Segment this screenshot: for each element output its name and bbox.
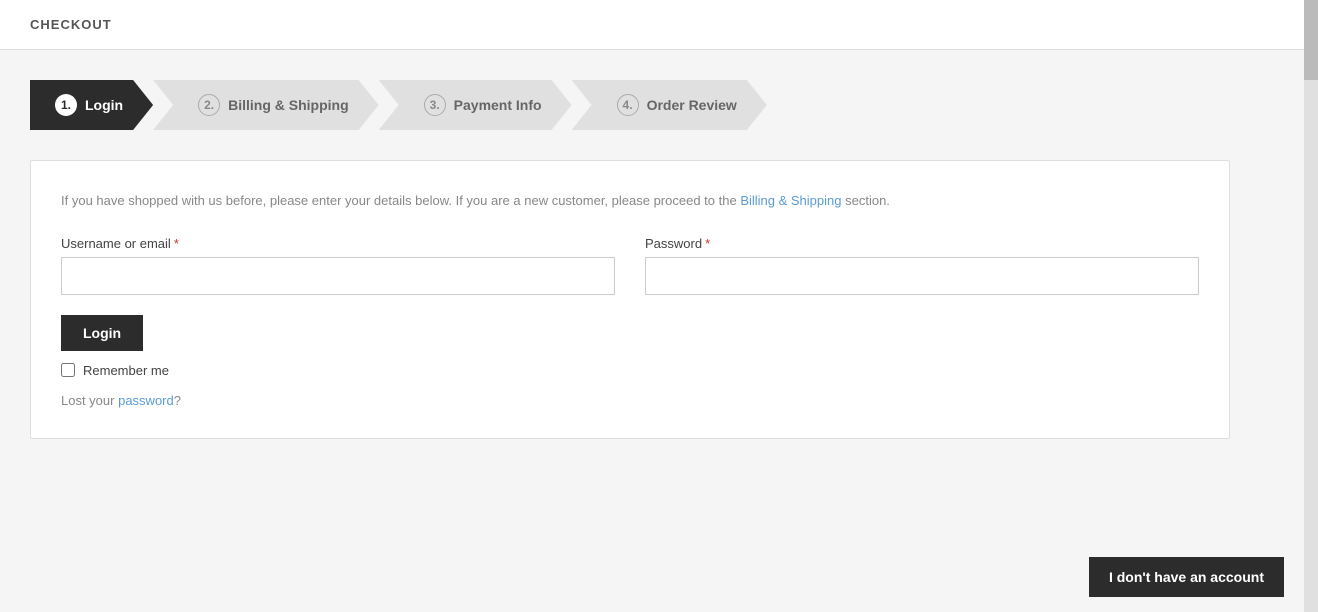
progress-steps: 1. Login 2. Billing & Shipping 3. Paymen… [30, 80, 1250, 130]
remember-me-label: Remember me [83, 363, 169, 378]
step-3-label: Payment Info [454, 97, 542, 113]
no-account-button[interactable]: I don't have an account [1089, 557, 1284, 597]
step-review[interactable]: 4. Order Review [572, 80, 767, 130]
password-group: Password* [645, 236, 1199, 295]
login-box: If you have shopped with us before, plea… [30, 160, 1230, 439]
step-billing[interactable]: 2. Billing & Shipping [153, 80, 379, 130]
info-text: If you have shopped with us before, plea… [61, 191, 1199, 211]
password-input[interactable] [645, 257, 1199, 295]
main-content: 1. Login 2. Billing & Shipping 3. Paymen… [0, 50, 1280, 469]
page-title: CHECKOUT [30, 17, 112, 32]
username-required: * [174, 236, 179, 251]
step-3-number: 3. [424, 94, 446, 116]
step-login[interactable]: 1. Login [30, 80, 153, 130]
step-1-label: Login [85, 97, 123, 113]
step-1-number: 1. [55, 94, 77, 116]
lost-password-text3: ? [174, 393, 181, 408]
bottom-bar: I don't have an account [1069, 542, 1304, 612]
username-group: Username or email* [61, 236, 615, 295]
info-text-part1: If you have shopped with us before, plea… [61, 193, 740, 208]
login-button[interactable]: Login [61, 315, 143, 351]
step-4-number: 4. [617, 94, 639, 116]
step-2-label: Billing & Shipping [228, 97, 349, 113]
step-4-label: Order Review [647, 97, 737, 113]
password-required: * [705, 236, 710, 251]
info-text-part2: section. [842, 193, 890, 208]
remember-me-row: Remember me [61, 363, 1199, 378]
step-2-number: 2. [198, 94, 220, 116]
header: CHECKOUT [0, 0, 1318, 50]
billing-shipping-link[interactable]: Billing & Shipping [740, 193, 841, 208]
remember-me-checkbox[interactable] [61, 363, 75, 377]
scrollbar-thumb[interactable] [1304, 0, 1318, 80]
step-payment[interactable]: 3. Payment Info [379, 80, 572, 130]
scrollbar[interactable] [1304, 0, 1318, 612]
lost-password-text1: Lost your [61, 393, 118, 408]
form-row: Username or email* Password* [61, 236, 1199, 295]
password-label: Password* [645, 236, 1199, 251]
lost-password-link[interactable]: password [118, 393, 174, 408]
username-label: Username or email* [61, 236, 615, 251]
lost-password-row: Lost your password? [61, 393, 1199, 408]
username-input[interactable] [61, 257, 615, 295]
